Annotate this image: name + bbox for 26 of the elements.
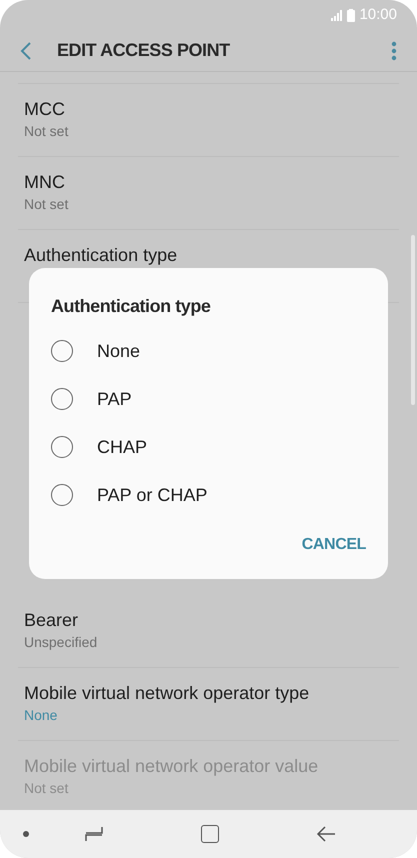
back-nav-button[interactable] [316, 826, 336, 842]
setting-title[interactable]: Bearer [24, 608, 78, 632]
option-label[interactable]: None [97, 338, 140, 364]
setting-value: Unspecified [24, 633, 98, 652]
radio-button[interactable] [51, 436, 73, 458]
screen-title: EDIT ACCESS POINT [57, 39, 231, 62]
cancel-button[interactable]: CANCEL [302, 533, 366, 557]
radio-button[interactable] [51, 340, 73, 362]
option-label[interactable]: PAP or CHAP [97, 482, 208, 508]
setting-value: None [24, 706, 58, 725]
dialog-title: Authentication type [51, 295, 212, 318]
setting-title[interactable]: MNC [24, 170, 65, 194]
battery-icon [347, 8, 356, 22]
home-button[interactable] [201, 825, 219, 843]
setting-title[interactable]: Mobile virtual network operator type [24, 681, 310, 705]
radio-button[interactable] [51, 388, 73, 410]
option-label[interactable]: PAP [97, 386, 132, 412]
setting-title[interactable]: Authentication type [24, 243, 178, 267]
signal-icon [331, 10, 344, 20]
setting-value: Not set [24, 122, 68, 141]
setting-value: Not set [24, 779, 68, 798]
recents-button[interactable] [84, 825, 104, 843]
radio-button[interactable] [51, 484, 73, 506]
option-label[interactable]: CHAP [97, 434, 148, 460]
setting-title[interactable]: MCC [24, 97, 65, 121]
setting-value: Not set [24, 195, 68, 214]
